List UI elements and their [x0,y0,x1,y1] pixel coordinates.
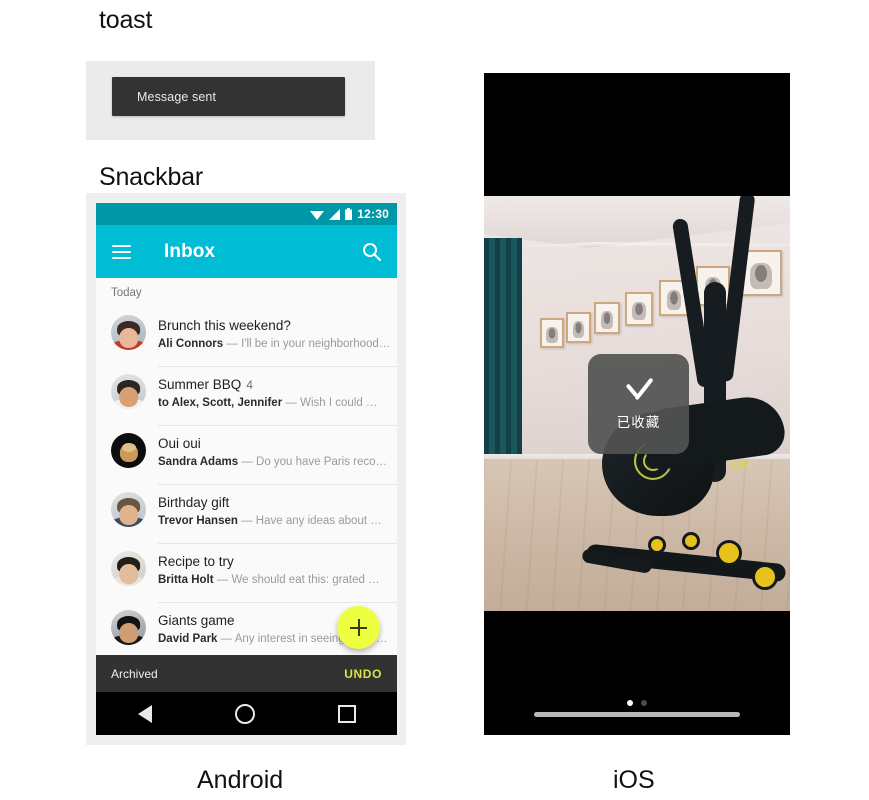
message-subject-line: Recipe to try [158,553,391,571]
message-subject: Summer BBQ [158,377,242,392]
snackbar-undo-button[interactable]: UNDO [344,667,382,681]
message-sender: to Alex, Scott, Jennifer [158,397,283,409]
machine-wheel [752,564,778,590]
toast-message-text: Message sent [137,89,217,104]
message-sender: Britta Holt [158,574,214,586]
caption-ios: iOS [613,766,655,794]
avatar-ali-connors [111,315,146,350]
list-section-header-today: Today [96,278,397,308]
checkmark-icon [621,377,657,397]
ios-hud-toast: 已收藏 [588,354,689,454]
toast-demo-panel: Message sent [86,61,375,140]
message-preview-line: Trevor Hansen — Have any ideas about … [158,513,391,530]
message-snippet: — Have any ideas about … [241,515,382,527]
table-row[interactable]: Birthday gift Trevor Hansen — Have any i… [96,485,397,544]
avatar-summer-bbq [111,374,146,409]
wall-picture-frame [540,318,564,348]
home-indicator-bar[interactable] [534,712,740,717]
message-sender: Ali Connors [158,338,224,350]
table-row[interactable]: Brunch this weekend? Ali Connors — I'll … [96,308,397,367]
avatar-sandra-adams [111,433,146,468]
ios-hud-toast-label: 已收藏 [616,415,661,430]
snackbar: Archived UNDO [96,655,397,692]
wifi-icon [310,210,325,220]
message-snippet: — Wish I could … [285,397,378,409]
machine-wheel [648,536,666,554]
android-app-bar: Inbox [96,225,397,278]
message-snippet: — I'll be in your neighborhood… [226,338,391,350]
avatar-britta-holt [111,551,146,586]
home-circle-icon[interactable] [234,703,255,724]
message-body: Recipe to try Britta Holt — We should ea… [158,553,397,603]
caption-android: Android [197,766,284,794]
message-subject: Recipe to try [158,554,234,569]
machine-wheel [716,540,742,566]
message-body: Birthday gift Trevor Hansen — Have any i… [158,494,397,544]
message-subject-line: Birthday gift [158,494,391,512]
page-dot-active[interactable] [627,700,633,706]
message-sender: David Park [158,633,218,645]
message-subject: Birthday gift [158,495,230,510]
message-sender: Trevor Hansen [158,515,238,527]
ios-letterbox-top [484,73,790,196]
toast-bubble: Message sent [112,77,345,116]
machine-logo: O9 [729,456,749,473]
machine-wheel [682,532,700,550]
message-count: 4 [246,378,253,392]
recents-square-icon[interactable] [337,704,356,723]
table-row[interactable]: Recipe to try Britta Holt — We should ea… [96,544,397,603]
message-snippet: — We should eat this: grated … [216,574,380,586]
message-preview-line: Britta Holt — We should eat this: grated… [158,572,391,589]
ios-page-indicator [484,700,790,706]
table-row[interactable]: Summer BBQ 4 to Alex, Scott, Jennifer — W… [96,367,397,426]
avatar-david-park [111,610,146,645]
message-subject: Brunch this weekend? [158,318,291,333]
ios-device-frame: O9 已收藏 [484,73,790,735]
avatar-trevor-hansen [111,492,146,527]
table-row[interactable]: Oui oui Sandra Adams — Do you have Paris… [96,426,397,485]
message-body: Brunch this weekend? Ali Connors — I'll … [158,317,397,367]
android-device-screen: 12:30 Inbox Today Brunch this weekend? A… [96,203,397,735]
message-sender: Sandra Adams [158,456,239,468]
floating-action-button[interactable] [337,606,380,649]
message-subject: Giants game [158,613,235,628]
message-body: Summer BBQ 4 to Alex, Scott, Jennifer — W… [158,376,397,426]
message-preview-line: Ali Connors — I'll be in your neighborho… [158,336,391,353]
page-dot[interactable] [641,700,647,706]
message-snippet: — Do you have Paris reco… [241,456,388,468]
plus-icon [350,619,367,636]
message-subject: Oui oui [158,436,201,451]
snackbar-message: Archived [111,666,158,681]
app-bar-title: Inbox [164,240,216,262]
message-subject-line: Brunch this weekend? [158,317,391,335]
snackbar-section-heading: Snackbar [99,163,204,191]
message-subject-line: Oui oui [158,435,391,453]
signal-icon [329,208,341,220]
android-navigation-bar [96,692,397,735]
search-icon[interactable] [362,242,381,261]
message-preview-line: Sandra Adams — Do you have Paris reco… [158,454,391,471]
message-body: Oui oui Sandra Adams — Do you have Paris… [158,435,397,485]
hamburger-menu-icon[interactable] [112,244,131,259]
room-curtain [484,238,522,478]
message-preview-line: to Alex, Scott, Jennifer — Wish I could … [158,395,391,412]
toast-section-heading: toast [99,6,153,34]
battery-icon [345,208,353,220]
back-triangle-icon[interactable] [137,704,152,723]
android-status-bar: 12:30 [96,203,397,225]
status-bar-time: 12:30 [357,207,389,221]
message-subject-line: Summer BBQ 4 [158,376,391,394]
